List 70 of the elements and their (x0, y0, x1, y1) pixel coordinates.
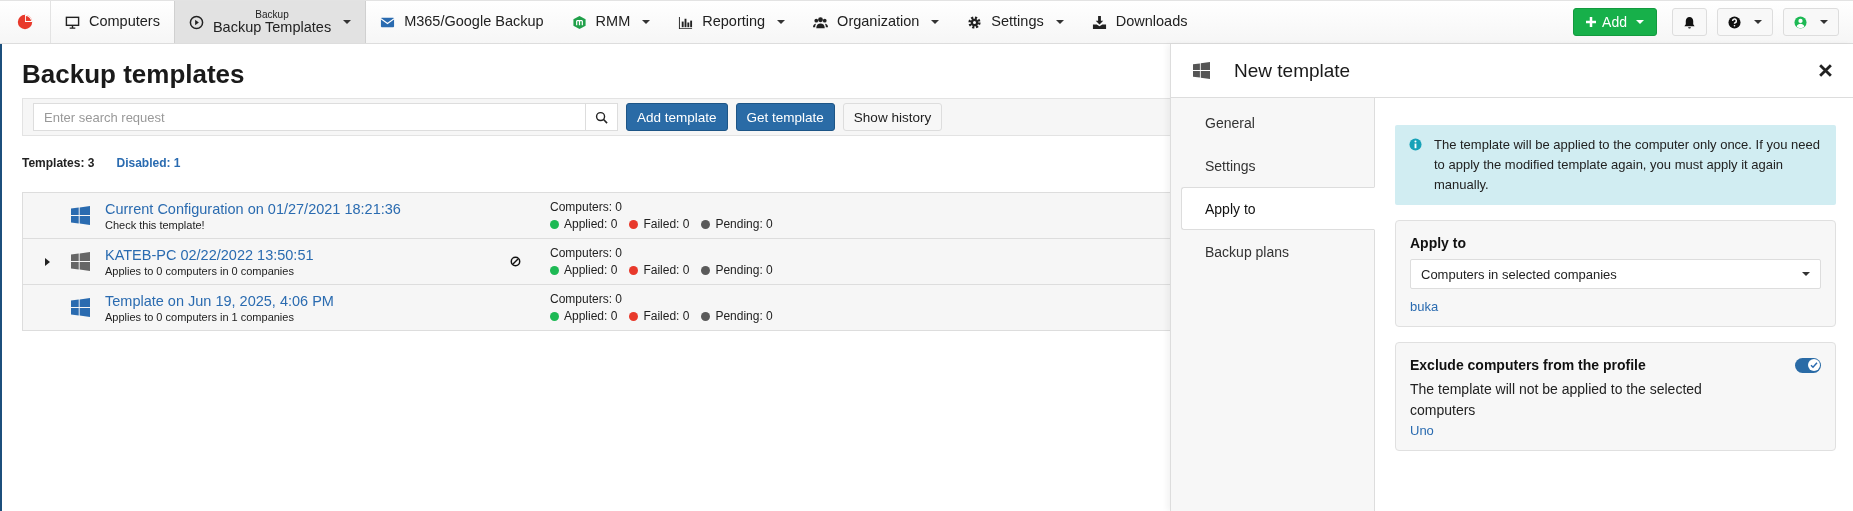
panel-tab[interactable]: Settings (1181, 144, 1374, 187)
template-description: Applies to 0 computers in 1 companies (105, 310, 295, 323)
panel-tab[interactable]: Apply to (1181, 187, 1375, 230)
section-title: Apply to (1410, 235, 1466, 251)
nav-item[interactable]: Backup Backup Templates (173, 1, 367, 43)
status-count: Pending: 0 (715, 309, 773, 323)
status-count: Applied: 0 (564, 263, 618, 277)
template-name-link[interactable]: Template on Jun 19, 2025, 4:06 PM (105, 292, 490, 309)
exclude-toggle[interactable] (1795, 357, 1821, 373)
notifications-button[interactable] (1672, 8, 1707, 36)
templates-count: Templates: 3 (22, 156, 95, 170)
section-title: Exclude computers from the profile (1410, 357, 1646, 373)
caret-icon (1636, 20, 1644, 24)
caret-icon (1820, 20, 1828, 24)
nav-item[interactable]: Downloads (1077, 1, 1202, 43)
page-title: Backup templates (22, 59, 246, 90)
template-description: Check this template! (105, 218, 206, 231)
gear-icon (967, 14, 983, 30)
status-count: Failed: 0 (643, 217, 690, 231)
computers-count: Computers: 0 (550, 246, 624, 260)
apply-to-select[interactable]: Computers in selected companies (1410, 259, 1821, 289)
caret-icon (1802, 272, 1810, 276)
nav-item[interactable]: Computers (51, 1, 174, 43)
caret-icon (1754, 20, 1762, 24)
panel-title: New template (1234, 59, 1351, 82)
search-button[interactable] (586, 103, 618, 131)
status-count: Failed: 0 (643, 309, 690, 323)
panel-tab[interactable]: General (1181, 101, 1374, 144)
primary-button[interactable]: Add template (626, 103, 728, 131)
pie-chart-logo-icon[interactable] (16, 13, 34, 31)
info-message: The template will be applied to the computer only once. If you need to apply the modified template again, you must apply it again manually. (1434, 136, 1821, 194)
computer-link[interactable]: Uno (1410, 423, 1434, 438)
status-count: Pending: 0 (715, 263, 773, 277)
exclude-description: The template will not be applied to the selected computers (1410, 380, 1703, 420)
template-description: Applies to 0 computers in 0 companies (105, 264, 295, 277)
search-field[interactable]: Enter search request (33, 103, 586, 131)
primary-button[interactable]: Get template (735, 103, 835, 131)
template-name-link[interactable]: Current Configuration on 01/27/2021 18:21:36 (105, 200, 490, 217)
download-icon (1091, 14, 1107, 30)
template-row[interactable]: Current Configuration on 01/27/2021 18:21:36 Check this template! Computers: 0 Applied: 0 Failed: 0 Pending: 0 (22, 193, 1170, 239)
computers-count: Computers: 0 (550, 292, 624, 306)
close-icon[interactable] (1818, 63, 1833, 78)
history-button[interactable]: Show history (842, 103, 943, 131)
search-icon (595, 110, 608, 124)
cube-icon (571, 14, 587, 30)
status-count: Pending: 0 (715, 217, 773, 231)
users-icon (813, 14, 829, 30)
bell-icon (1683, 15, 1696, 29)
nav-item[interactable]: Reporting (664, 1, 800, 43)
monitor-icon (65, 14, 80, 30)
status-count: Failed: 0 (643, 263, 690, 277)
windows-icon (1193, 62, 1210, 79)
panel-tab[interactable]: Backup plans (1181, 230, 1374, 273)
play-icon (188, 14, 204, 30)
plus-icon (1586, 17, 1597, 27)
check-icon (1808, 360, 1819, 370)
template-row[interactable]: Template on Jun 19, 2025, 4:06 PM Applies to 0 computers in 1 companies Computers: 0 Applied: 0 Failed: 0 Pending: 0 (22, 285, 1170, 331)
chart-icon (678, 14, 694, 30)
nav-item[interactable]: Organization (799, 1, 954, 43)
status-count: Applied: 0 (564, 217, 618, 231)
nav-item[interactable]: RMM (557, 1, 665, 43)
help-button[interactable] (1717, 8, 1773, 36)
status-count: Applied: 0 (564, 309, 618, 323)
nav-item[interactable]: Settings (953, 1, 1078, 43)
computers-count: Computers: 0 (550, 200, 624, 214)
nav-item[interactable]: M365/Google Backup (366, 1, 558, 43)
help-icon (1728, 15, 1741, 29)
company-link[interactable]: buka (1410, 299, 1439, 314)
info-icon (1409, 138, 1422, 151)
user-avatar-icon (1794, 15, 1807, 29)
